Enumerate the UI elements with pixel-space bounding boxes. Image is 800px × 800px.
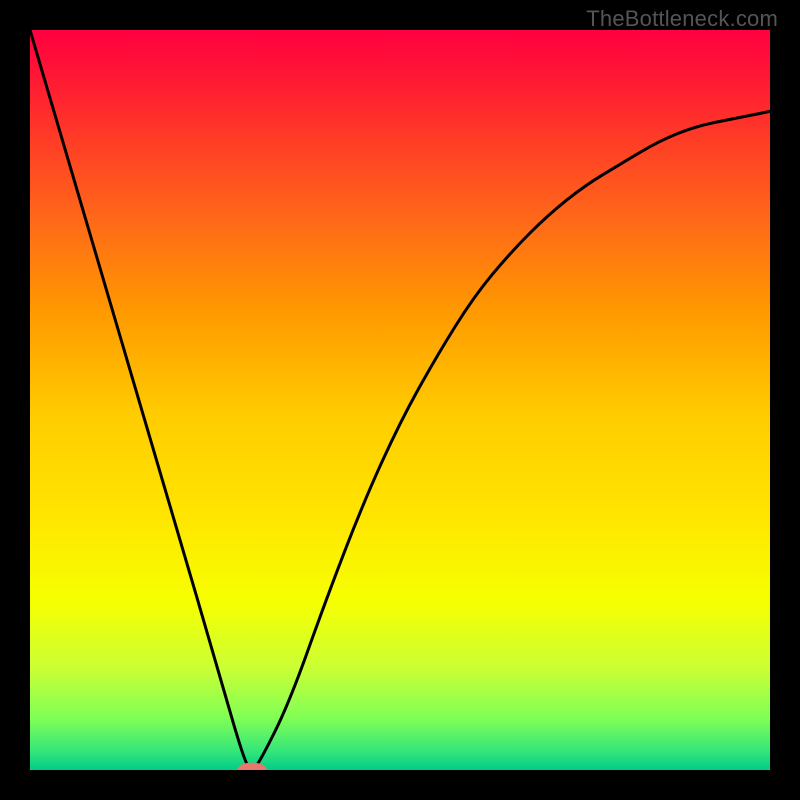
plot-area (30, 30, 770, 770)
chart-frame: TheBottleneck.com (0, 0, 800, 800)
chart-svg (30, 30, 770, 770)
watermark-text: TheBottleneck.com (586, 6, 778, 32)
